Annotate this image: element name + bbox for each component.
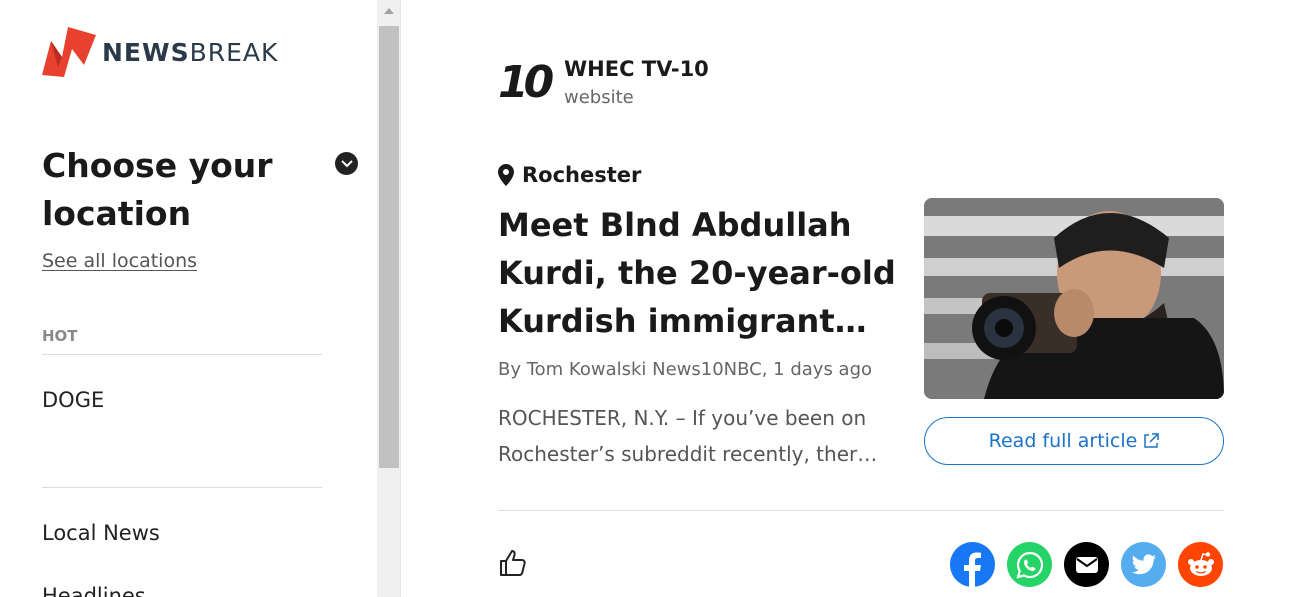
facebook-share-button[interactable] <box>950 542 995 587</box>
facebook-icon <box>964 552 981 587</box>
reddit-share-button[interactable] <box>1178 542 1223 587</box>
whatsapp-share-button[interactable] <box>1007 542 1052 587</box>
article-image[interactable] <box>924 198 1224 399</box>
map-pin-icon <box>498 164 514 186</box>
divider <box>498 510 1224 511</box>
article-location: Rochester <box>498 163 641 187</box>
reddit-icon <box>1187 551 1214 576</box>
nav-item-local-news[interactable]: Local News <box>42 521 160 545</box>
brand-name-bold: NEWS <box>102 37 190 67</box>
email-share-button[interactable] <box>1064 542 1109 587</box>
source-type: website <box>564 87 634 108</box>
divider <box>42 487 322 488</box>
hot-item-doge[interactable]: DOGE <box>42 388 104 412</box>
source-logo: 10 <box>498 57 554 108</box>
sidebar: NEWSBREAK Choose your location See all l… <box>0 0 377 597</box>
nav-item-headlines[interactable]: Headlines <box>42 584 146 597</box>
twitter-share-button[interactable] <box>1121 542 1166 587</box>
article-headline[interactable]: Meet Blnd Abdullah Kurdi, the 20-year-ol… <box>498 201 898 345</box>
email-icon <box>1075 556 1098 573</box>
brand-name-rest: BREAK <box>189 37 279 67</box>
read-full-article-label: Read full article <box>988 430 1138 452</box>
location-label: Rochester <box>522 163 642 187</box>
external-link-icon <box>1144 433 1160 448</box>
photographer-image-icon <box>924 198 1224 399</box>
chevron-down-icon <box>340 159 353 167</box>
share-buttons <box>950 542 1223 587</box>
see-all-locations-link[interactable]: See all locations <box>42 250 197 272</box>
newsbreak-logo-icon <box>42 27 96 77</box>
read-full-article-button[interactable]: Read full article <box>924 417 1224 465</box>
thumbs-up-icon <box>500 550 526 576</box>
sidebar-scrollbar[interactable] <box>377 0 401 597</box>
hot-section-label: HOT <box>42 327 78 345</box>
source-name[interactable]: WHEC TV-10 <box>564 57 709 81</box>
newsbreak-logo[interactable]: NEWSBREAK <box>42 27 278 77</box>
scroll-up-arrow-icon[interactable] <box>384 8 394 14</box>
divider <box>42 354 322 355</box>
article-source[interactable]: 10 WHEC TV-10 website <box>498 57 709 108</box>
twitter-icon <box>1131 553 1156 574</box>
article-byline: By Tom Kowalski News10NBC, 1 days ago <box>498 359 873 380</box>
choose-location-title: Choose your location <box>42 146 273 233</box>
scrollbar-thumb[interactable] <box>379 26 399 468</box>
article-excerpt: ROCHESTER, N.Y. – If you’ve been on Roch… <box>498 406 878 466</box>
like-button[interactable] <box>498 548 530 580</box>
whatsapp-icon <box>1015 551 1043 579</box>
location-dropdown-toggle[interactable] <box>335 152 358 175</box>
